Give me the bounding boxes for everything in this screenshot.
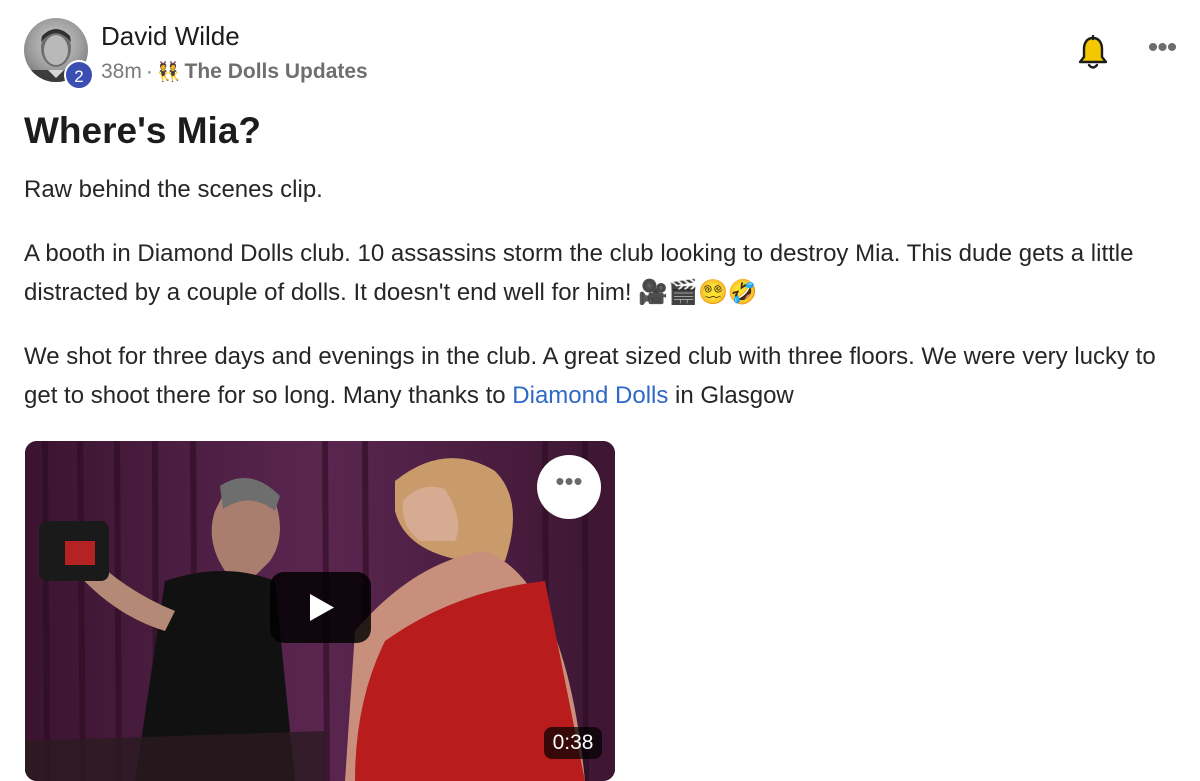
space-name-link[interactable]: The Dolls Updates <box>185 60 368 83</box>
post-paragraph-3-after: in Glasgow <box>668 382 794 409</box>
author-name[interactable]: David Wilde <box>101 21 240 52</box>
bell-icon[interactable] <box>1078 34 1108 71</box>
post-paragraph-2: A booth in Diamond Dolls club. 10 assass… <box>24 234 1174 312</box>
play-button[interactable] <box>270 572 371 643</box>
post-header: 2 David Wilde 38m · 👯 The Dolls Updates ••• <box>24 18 1177 90</box>
post-meta: 38m · 👯 The Dolls Updates <box>101 60 368 84</box>
post-paragraph-2-text: A booth in Diamond Dolls club. 10 assass… <box>24 240 1134 306</box>
video-duration: 0:38 <box>544 727 602 759</box>
space-icon: 👯 <box>156 62 181 83</box>
post-more-button[interactable]: ••• <box>1142 33 1182 68</box>
diamond-dolls-link[interactable]: Diamond Dolls <box>512 382 668 409</box>
post-emojis: 🎥🎬😵‍💫🤣 <box>638 279 758 306</box>
video-more-button[interactable]: ••• <box>537 455 601 519</box>
notification-count-badge: 2 <box>64 60 94 90</box>
post-paragraph-3: We shot for three days and evenings in t… <box>24 337 1174 415</box>
meta-separator: · <box>145 60 153 83</box>
post-paragraph-1: Raw behind the scenes clip. <box>24 176 323 203</box>
play-icon <box>310 594 334 621</box>
post-time: 38m <box>101 60 142 83</box>
post-title: Where's Mia? <box>24 110 262 151</box>
video-player[interactable]: ••• 0:38 <box>25 441 615 781</box>
